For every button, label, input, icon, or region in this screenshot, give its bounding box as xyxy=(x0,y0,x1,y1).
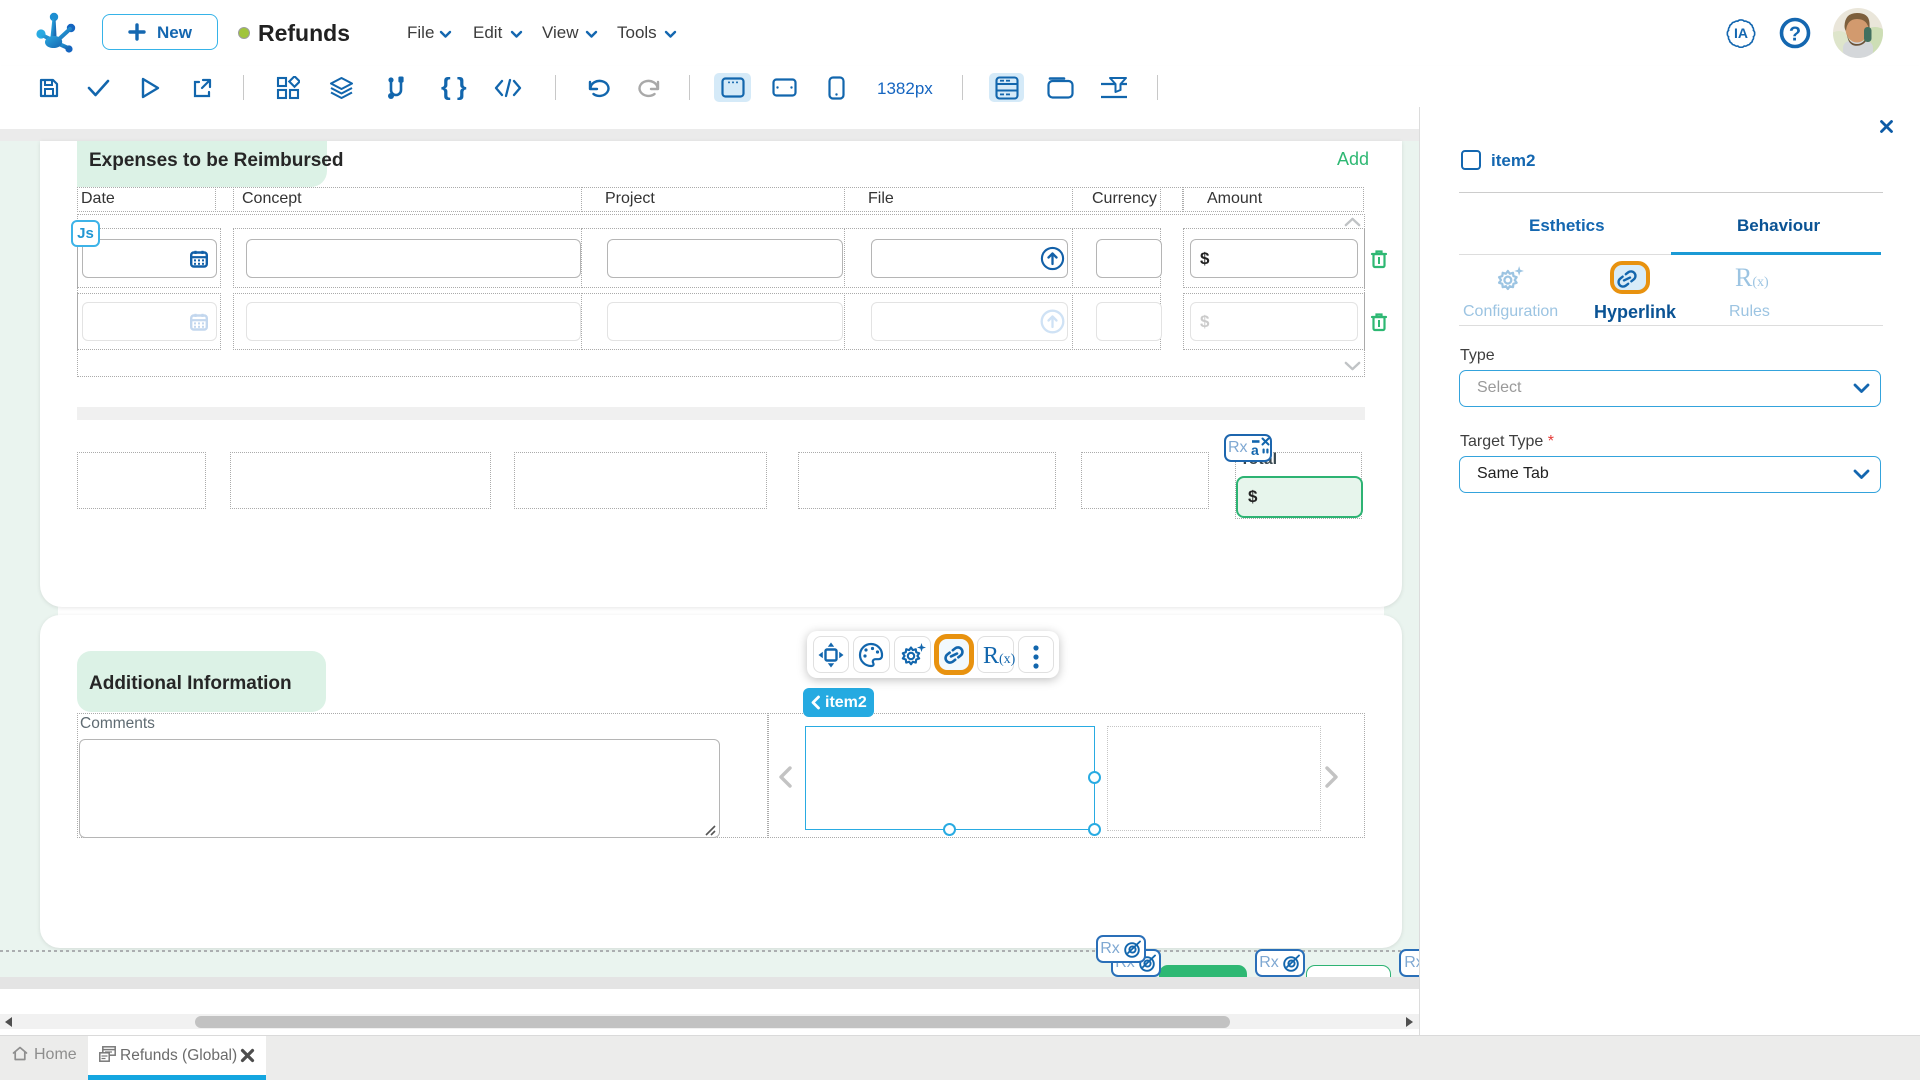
svg-text:?: ? xyxy=(1789,24,1801,46)
svg-text:a: a xyxy=(1251,442,1259,457)
svg-text:IA: IA xyxy=(1734,25,1748,41)
